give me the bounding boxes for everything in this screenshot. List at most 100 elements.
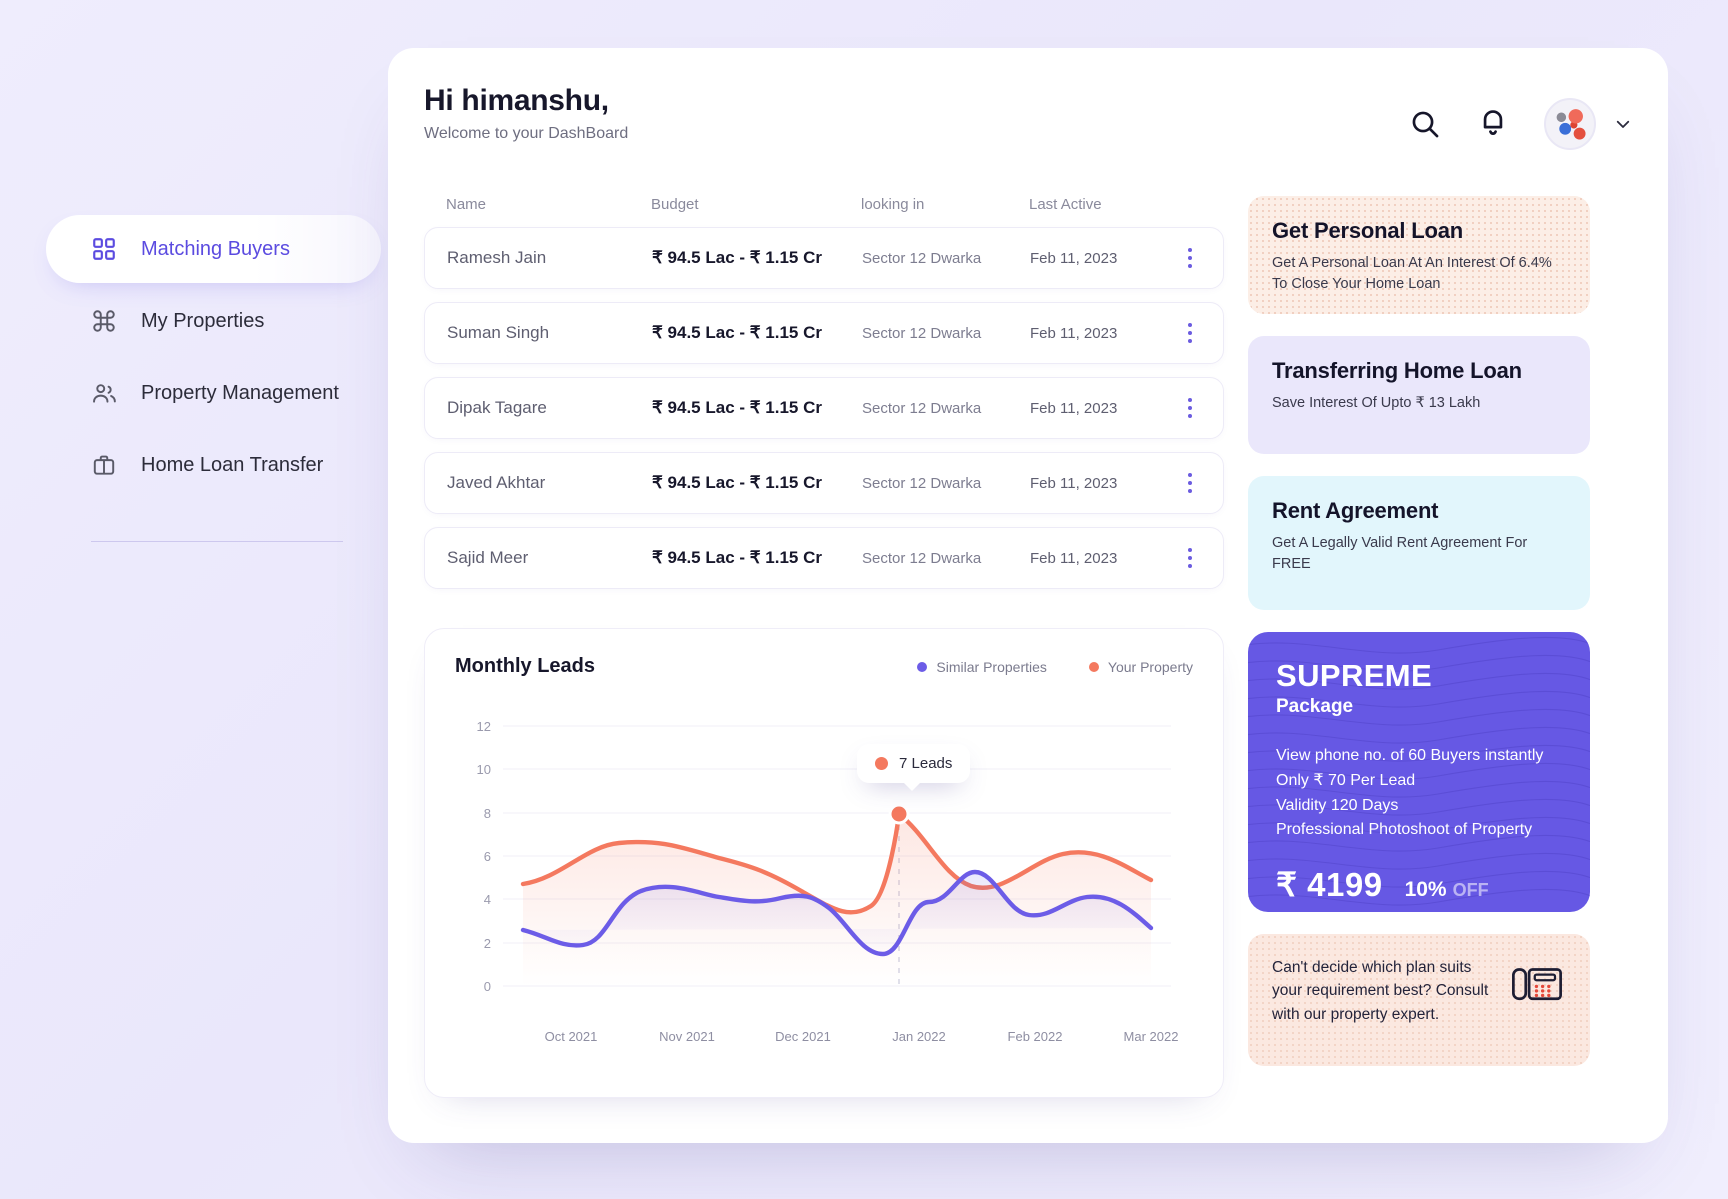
notification-bell-icon[interactable] — [1476, 107, 1510, 141]
kebab-menu-icon[interactable] — [1179, 548, 1201, 568]
topbar-actions — [1408, 84, 1632, 150]
supreme-discount-value: 10% — [1404, 878, 1447, 902]
series-area-your-property — [523, 814, 1151, 986]
table-row[interactable]: Suman Singh ₹ 94.5 Lac - ₹ 1.15 Cr Secto… — [424, 302, 1224, 364]
table-row[interactable]: Sajid Meer ₹ 94.5 Lac - ₹ 1.15 Cr Sector… — [424, 527, 1224, 589]
promo-body: Get A Personal Loan At An Interest Of 6.… — [1272, 255, 1552, 292]
promo-title: Rent Agreement — [1272, 498, 1439, 523]
y-tick-12: 12 — [477, 719, 491, 734]
cell-name: Sajid Meer — [447, 548, 529, 567]
promo-card-personal-loan[interactable]: Get Personal Loan Get A Personal Loan At… — [1248, 196, 1590, 314]
legend-dot-your-property — [1088, 661, 1099, 672]
promo-title: Get Personal Loan — [1272, 218, 1463, 243]
cell-last-active: Feb 11, 2023 — [1030, 399, 1118, 417]
supreme-discount-badge: 10% OFF — [1405, 878, 1489, 902]
chart-legend: Similar Properties Your Property — [917, 659, 1193, 675]
column-header-budget: Budget — [651, 196, 699, 213]
promo-title: Transferring Home Loan — [1272, 358, 1522, 383]
y-tick-6: 6 — [484, 849, 491, 864]
cell-looking-in: Sector 12 Dwarka — [862, 249, 982, 267]
sidebar-divider — [91, 541, 343, 542]
dashboard-panel: Hi himanshu, Welcome to your DashBoard N… — [388, 48, 1668, 1143]
cell-budget: ₹ 94.5 Lac - ₹ 1.15 Cr — [652, 548, 822, 567]
cell-budget: ₹ 94.5 Lac - ₹ 1.15 Cr — [652, 398, 822, 417]
y-tick-4: 4 — [484, 892, 491, 907]
column-header-looking-in: looking in — [861, 196, 925, 213]
sidebar: Matching Buyers My Properties Property M… — [46, 215, 381, 542]
x-tick-label: Feb 2022 — [1008, 1029, 1063, 1044]
cell-budget: ₹ 94.5 Lac - ₹ 1.15 Cr — [652, 473, 822, 492]
supreme-feature-list: View phone no. of 60 Buyers instantly On… — [1276, 744, 1562, 843]
kebab-menu-icon[interactable] — [1179, 323, 1201, 343]
promo-column: Get Personal Loan Get A Personal Loan At… — [1248, 196, 1590, 1066]
search-icon[interactable] — [1408, 107, 1442, 141]
supreme-feature: View phone no. of 60 Buyers instantly — [1276, 747, 1544, 764]
legend-item-your-property[interactable]: Your Property — [1088, 659, 1193, 675]
sidebar-item-my-properties[interactable]: My Properties — [46, 287, 366, 355]
y-tick-2: 2 — [484, 936, 491, 951]
app-root: Matching Buyers My Properties Property M… — [0, 0, 1728, 1199]
sidebar-item-property-management[interactable]: Property Management — [46, 359, 366, 427]
consult-text: Can't decide which plan suits your requi… — [1272, 959, 1489, 1023]
users-icon — [91, 380, 117, 406]
grid-icon — [91, 236, 117, 262]
kebab-menu-icon[interactable] — [1179, 248, 1201, 268]
chart-highlight-point[interactable] — [888, 803, 910, 825]
command-icon — [91, 308, 117, 334]
promo-body: Get A Legally Valid Rent Agreement For F… — [1272, 535, 1528, 572]
matching-buyers-table: Name Budget looking in Last Active Rames… — [424, 196, 1224, 602]
chart-title: Monthly Leads — [455, 655, 596, 677]
sidebar-item-home-loan-transfer[interactable]: Home Loan Transfer — [46, 431, 366, 499]
x-tick-label: Mar 2022 — [1124, 1029, 1179, 1044]
table-row[interactable]: Dipak Tagare ₹ 94.5 Lac - ₹ 1.15 Cr Sect… — [424, 377, 1224, 439]
topbar: Hi himanshu, Welcome to your DashBoard — [424, 84, 1632, 164]
supreme-feature: Validity 120 Days — [1276, 796, 1399, 814]
y-tick-0: 0 — [484, 979, 491, 994]
cell-looking-in: Sector 12 Dwarka — [862, 474, 982, 492]
consult-expert-card[interactable]: Can't decide which plan suits your requi… — [1248, 934, 1590, 1066]
cell-name: Ramesh Jain — [447, 248, 547, 267]
y-tick-8: 8 — [484, 806, 491, 821]
column-header-name: Name — [446, 196, 487, 213]
legend-dot-similar-properties — [917, 661, 928, 672]
telephone-icon — [1510, 960, 1564, 1011]
legend-label: Similar Properties — [936, 658, 1047, 675]
sidebar-item-label: Property Management — [141, 381, 339, 404]
supreme-price: ₹ 4199 — [1276, 866, 1383, 904]
y-tick-10: 10 — [477, 762, 491, 777]
kebab-menu-icon[interactable] — [1179, 398, 1201, 418]
sidebar-item-label: Home Loan Transfer — [141, 453, 324, 476]
sidebar-item-matching-buyers[interactable]: Matching Buyers — [46, 215, 381, 283]
promo-body: Save Interest Of Upto ₹ 13 Lakh — [1272, 395, 1481, 411]
briefcase-icon — [91, 452, 117, 478]
avatar[interactable] — [1544, 98, 1596, 150]
cell-looking-in: Sector 12 Dwarka — [862, 324, 982, 342]
supreme-feature: Only ₹ 70 Per Lead — [1276, 771, 1416, 789]
cell-budget: ₹ 94.5 Lac - ₹ 1.15 Cr — [652, 248, 822, 267]
tooltip-dot-icon — [875, 757, 888, 770]
supreme-feature: Professional Photoshoot of Property — [1276, 821, 1533, 839]
user-menu[interactable] — [1544, 98, 1632, 150]
promo-card-home-loan-transfer[interactable]: Transferring Home Loan Save Interest Of … — [1248, 336, 1590, 454]
supreme-subtitle: Package — [1276, 696, 1354, 717]
chart-plot-area: 12 10 8 6 4 2 0 Oct 2021 Nov 2021 Dec 20… — [425, 678, 1223, 1071]
chart-tooltip: 7 Leads — [857, 744, 971, 791]
sidebar-item-label: Matching Buyers — [141, 237, 290, 260]
kebab-menu-icon[interactable] — [1179, 473, 1201, 493]
tooltip-label: 7 Leads — [899, 755, 953, 772]
legend-item-similar-properties[interactable]: Similar Properties — [917, 658, 1047, 675]
promo-card-rent-agreement[interactable]: Rent Agreement Get A Legally Valid Rent … — [1248, 476, 1590, 610]
supreme-pricing: ₹ 4199 10% OFF — [1276, 865, 1562, 904]
supreme-content: SUPREME Package View phone no. of 60 Buy… — [1276, 658, 1562, 904]
chevron-down-icon[interactable] — [1614, 115, 1632, 133]
x-tick-label: Dec 2021 — [775, 1029, 831, 1044]
x-tick-label: Jan 2022 — [892, 1029, 946, 1044]
supreme-package-card[interactable]: SUPREME Package View phone no. of 60 Buy… — [1248, 632, 1590, 912]
cell-name: Javed Akhtar — [447, 473, 546, 492]
x-tick-label: Oct 2021 — [545, 1029, 598, 1044]
cell-last-active: Feb 11, 2023 — [1030, 549, 1118, 567]
table-row[interactable]: Javed Akhtar ₹ 94.5 Lac - ₹ 1.15 Cr Sect… — [424, 452, 1224, 514]
page-title: Hi himanshu, — [424, 84, 609, 117]
table-row[interactable]: Ramesh Jain ₹ 94.5 Lac - ₹ 1.15 Cr Secto… — [424, 227, 1224, 289]
greeting-block: Hi himanshu, Welcome to your DashBoard — [424, 84, 628, 143]
